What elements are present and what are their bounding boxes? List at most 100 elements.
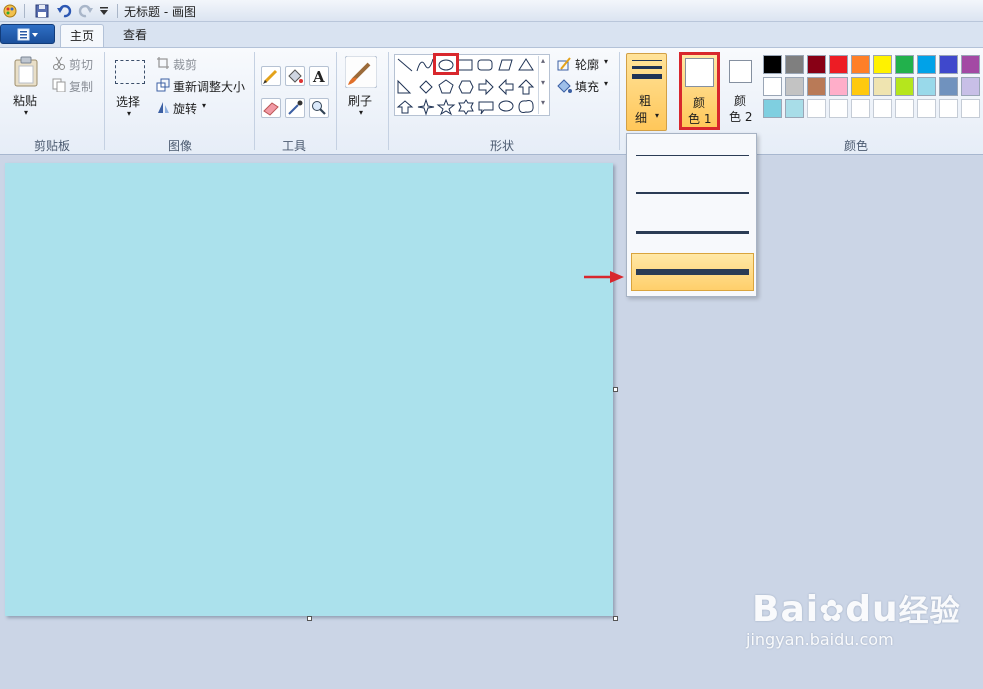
- outline-button[interactable]: 轮廓: [575, 56, 599, 73]
- tools-group-label: 工具: [281, 139, 306, 153]
- rotate-icon: [158, 102, 169, 113]
- baidu-jingyan-watermark: Bai✿du经验 jingyan.baidu.com: [746, 586, 961, 649]
- size-option-line: [636, 269, 749, 275]
- select-button[interactable]: 选择 ▾: [113, 56, 149, 126]
- redo-icon[interactable]: [78, 3, 94, 19]
- eraser-tool[interactable]: [261, 98, 281, 118]
- save-icon[interactable]: [34, 3, 50, 19]
- color-swatch[interactable]: [807, 55, 826, 74]
- resize-handle-corner[interactable]: [613, 616, 618, 621]
- color-swatch[interactable]: [807, 99, 826, 118]
- resize-button[interactable]: 重新调整大小: [173, 78, 245, 95]
- drawing-canvas[interactable]: [5, 163, 613, 616]
- color-swatch[interactable]: [961, 99, 980, 118]
- tab-home[interactable]: 主页: [60, 24, 104, 48]
- size-option-line: [636, 155, 749, 156]
- fill-tool[interactable]: [285, 66, 305, 86]
- color-swatch[interactable]: [763, 99, 782, 118]
- size-option-line: [636, 192, 749, 194]
- copy-icon: [52, 78, 66, 92]
- color-swatch[interactable]: [961, 55, 980, 74]
- shapes-gallery-icons: [396, 58, 535, 116]
- color-swatch[interactable]: [895, 55, 914, 74]
- color1-button[interactable]: 颜 色 1: [679, 52, 720, 130]
- color-swatch[interactable]: [917, 77, 936, 96]
- color-swatch[interactable]: [851, 77, 870, 96]
- copy-button[interactable]: 复制: [69, 78, 93, 95]
- color2-label-bottom: 色 2: [729, 110, 753, 124]
- color-swatch[interactable]: [873, 77, 892, 96]
- text-tool[interactable]: A: [309, 66, 329, 86]
- rotate-button[interactable]: 旋转: [173, 100, 197, 117]
- paint-app-icon[interactable]: [2, 3, 18, 19]
- size-option-3px[interactable]: [631, 213, 754, 251]
- paint-bucket-icon: [288, 69, 303, 83]
- size-button[interactable]: 粗 细 ▾: [626, 53, 667, 131]
- customize-toolbar-icon[interactable]: [99, 6, 115, 22]
- size-icon-line: [632, 60, 662, 61]
- color2-swatch: [729, 60, 752, 83]
- color-swatch[interactable]: [939, 77, 958, 96]
- color-swatch[interactable]: [807, 77, 826, 96]
- undo-icon[interactable]: [56, 3, 72, 19]
- scroll-down-arrow[interactable]: ▾: [541, 78, 545, 87]
- resize-icon: [156, 78, 170, 92]
- color-swatch[interactable]: [763, 77, 782, 96]
- scroll-up-arrow[interactable]: ▴: [541, 56, 545, 65]
- oval-shape-highlight[interactable]: [433, 53, 459, 75]
- group-separator: [104, 52, 105, 150]
- text-icon: A: [312, 68, 325, 86]
- color-swatch[interactable]: [873, 55, 892, 74]
- brushes-label: 刷子: [348, 94, 373, 108]
- color2-button[interactable]: 颜 色 2: [724, 55, 758, 127]
- color-swatch[interactable]: [851, 55, 870, 74]
- crop-button[interactable]: 裁剪: [173, 56, 197, 73]
- size-option-5px-selected[interactable]: [631, 253, 754, 291]
- color-swatch[interactable]: [961, 77, 980, 96]
- eyedropper-icon: [288, 100, 303, 115]
- select-label: 选择: [116, 95, 141, 109]
- shapes-scroll[interactable]: ▴ ▾ ▾: [538, 56, 549, 114]
- rotate-dropdown-arrow[interactable]: ▾: [202, 101, 206, 110]
- image-group-label: 图像: [167, 139, 192, 153]
- color-picker-tool[interactable]: [285, 98, 305, 118]
- svg-text:A: A: [312, 68, 325, 85]
- pencil-tool[interactable]: [261, 66, 281, 86]
- color-swatch[interactable]: [785, 99, 804, 118]
- outline-dropdown-arrow[interactable]: ▾: [604, 57, 608, 66]
- color-swatch[interactable]: [829, 55, 848, 74]
- color-swatch[interactable]: [939, 55, 958, 74]
- shapes-group-label: 形状: [489, 139, 514, 153]
- color-swatch[interactable]: [873, 99, 892, 118]
- color-swatch[interactable]: [829, 77, 848, 96]
- color-swatch[interactable]: [785, 77, 804, 96]
- color-swatch[interactable]: [895, 99, 914, 118]
- fill-button[interactable]: 填充: [575, 78, 599, 95]
- color-swatch[interactable]: [917, 55, 936, 74]
- pencil-icon: [263, 69, 278, 84]
- file-menu-button[interactable]: [0, 24, 55, 44]
- fill-dropdown-arrow[interactable]: ▾: [604, 79, 608, 88]
- magnifier-tool[interactable]: [309, 98, 329, 118]
- color-swatch[interactable]: [851, 99, 870, 118]
- outline-icon: [557, 57, 571, 71]
- gallery-expand-arrow[interactable]: ▾: [541, 98, 545, 107]
- resize-handle-bottom[interactable]: [307, 616, 312, 621]
- size-label-top: 粗: [639, 94, 652, 108]
- paste-button[interactable]: 粘贴 ▾: [8, 54, 46, 124]
- color-swatch[interactable]: [917, 99, 936, 118]
- color-swatch[interactable]: [763, 55, 782, 74]
- cut-button[interactable]: 剪切: [69, 56, 93, 73]
- size-option-2px[interactable]: [631, 174, 754, 212]
- size-option-1px[interactable]: [631, 136, 754, 174]
- color-swatch[interactable]: [785, 55, 804, 74]
- watermark-brand2: du: [845, 589, 899, 630]
- size-dropdown-arrow: ▾: [655, 111, 660, 120]
- brushes-button[interactable]: 刷子 ▾: [342, 54, 380, 124]
- size-dropdown-menu: [626, 133, 757, 297]
- resize-handle-right[interactable]: [613, 387, 618, 392]
- color-swatch[interactable]: [895, 77, 914, 96]
- tab-view[interactable]: 查看: [113, 24, 157, 48]
- color-swatch[interactable]: [829, 99, 848, 118]
- color-swatch[interactable]: [939, 99, 958, 118]
